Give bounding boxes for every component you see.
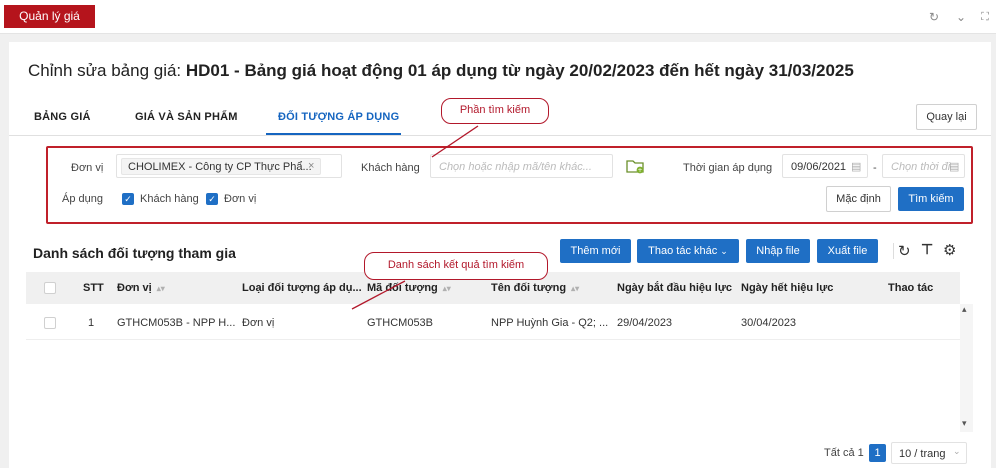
results-callout: Danh sách kết quả tìm kiếm xyxy=(364,252,548,280)
search-callout: Phần tìm kiếm xyxy=(441,98,549,124)
annotation-arrows xyxy=(351,125,479,310)
